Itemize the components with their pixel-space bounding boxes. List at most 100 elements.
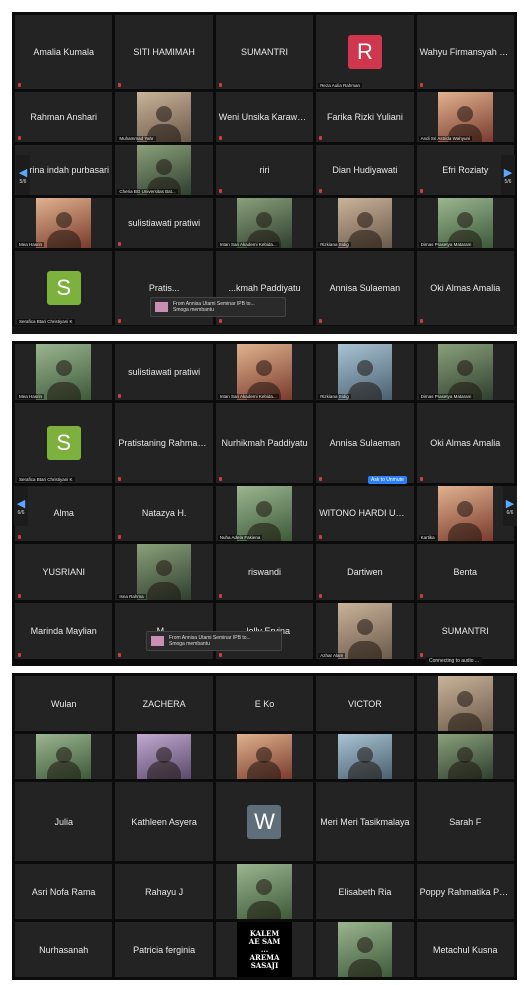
participant-tile[interactable]	[15, 734, 113, 779]
participant-tile[interactable]: Rizkiana Sidig	[316, 344, 414, 400]
participant-tile[interactable]: Dimas Prasetya Mataram	[416, 344, 514, 400]
participant-tile[interactable]: riri	[215, 145, 314, 195]
participant-tile[interactable]: SITI HAMIMAH	[115, 15, 213, 89]
participant-name: YUSRIANI	[42, 567, 85, 578]
participant-tile[interactable]: Intan Sari Akademi Kebida...	[215, 344, 314, 400]
participant-tile[interactable]: VICTOR	[316, 676, 414, 731]
person-body-icon	[46, 761, 81, 779]
participant-tile[interactable]: SUMANTRI	[215, 15, 314, 89]
participant-tile[interactable]: Wahyu Firmansyah Ma'...	[416, 15, 514, 89]
participant-tile[interactable]: Meri Meri Tasikmalaya	[316, 782, 414, 861]
participant-tile[interactable]: Pratistaning Rahmawati	[115, 402, 213, 483]
chat-notification[interactable]: From Annisa Utami Seminar IPB to... Smog…	[150, 297, 286, 317]
participant-tile[interactable]: Intan Sari Akademi Kebida...	[215, 198, 314, 248]
participant-tile[interactable]: Mea Hasrin	[15, 198, 113, 248]
participant-tile[interactable]: Annisa Sulaeman	[316, 402, 414, 483]
participant-video	[438, 485, 493, 542]
participant-tile[interactable]	[416, 676, 514, 731]
participant-name: E Ko	[254, 698, 275, 709]
participant-tile[interactable]: Wulan	[15, 676, 113, 731]
participant-tile[interactable]: Dartiwen	[316, 544, 414, 601]
participant-tile[interactable]	[115, 734, 213, 779]
participant-tile[interactable]: Nuha Adela Fakiena	[215, 485, 314, 542]
participant-tile[interactable]	[316, 922, 414, 977]
muted-mic-icon	[118, 393, 122, 398]
participant-tile[interactable]: Sarah F	[416, 782, 514, 861]
muted-mic-icon	[218, 476, 222, 481]
participant-tile[interactable]: Marinda Maylian	[15, 603, 113, 659]
muted-mic-icon	[118, 83, 122, 87]
person-silhouette-icon	[356, 937, 373, 954]
participant-tile[interactable]: Benta	[416, 544, 514, 601]
participant-tile[interactable]: Amalia Kumala	[15, 15, 113, 89]
participant-tile[interactable]: Nurhasanah	[15, 922, 113, 977]
participant-tile[interactable]: Rahman Anshari	[15, 92, 113, 142]
participant-video	[136, 734, 192, 779]
person-silhouette-icon	[256, 879, 273, 896]
participant-name-tag: Intan Sari Akademi Kebida...	[217, 393, 279, 399]
person-silhouette-icon	[156, 560, 173, 576]
prev-page-button[interactable]: ◀ 6/6	[14, 486, 28, 526]
ask-to-unmute-button[interactable]: Ask to Unmute	[368, 476, 407, 484]
participant-tile[interactable]: S Serafica Btari Christiyani K	[15, 402, 113, 483]
participant-tile[interactable]	[416, 734, 514, 779]
participant-tile[interactable]: riswandi	[215, 544, 314, 601]
participant-tile[interactable]: Weni Unsika Karawang	[215, 92, 314, 142]
participant-tile[interactable]: Oki Almas Amalia	[416, 402, 514, 483]
participant-tile[interactable]: Farika Rizki Yuliani	[316, 92, 414, 142]
muted-mic-icon	[18, 136, 21, 140]
participant-tile[interactable]: R Reza Aulia Rahman	[316, 15, 414, 89]
participant-tile[interactable]: sulistiawati pratiwi	[115, 198, 213, 248]
participant-video	[337, 922, 393, 977]
participant-tile[interactable]: Asri Nofa Rama	[15, 864, 113, 919]
participant-name-tag: Reza Aulia Rahman	[318, 83, 362, 88]
participant-tile[interactable]: Cheria BG Universitas Bat...	[115, 145, 213, 195]
participant-tile[interactable]: KALEM AE SAM... AREMA SASAJI	[215, 922, 314, 977]
prev-page-button[interactable]: ◀ 5/6	[16, 155, 30, 195]
participant-tile[interactable]: Annisa Sulaeman	[316, 251, 414, 325]
participant-tile[interactable]: Alma	[15, 485, 113, 542]
muted-mic-icon	[419, 189, 423, 193]
next-page-button[interactable]: ▶ 6/6	[503, 486, 517, 526]
participant-tile[interactable]: WITONO HARDI UNIVE...	[316, 485, 414, 542]
participant-tile[interactable]: Rizkiana Sidig	[316, 198, 414, 248]
participant-tile[interactable]: S Serafica Btari Christiyani K	[15, 251, 113, 325]
participant-tile[interactable]: Kathleen Asyera	[115, 782, 213, 861]
participant-tile[interactable]: Efri Roziaty	[416, 145, 514, 195]
muted-mic-icon	[218, 653, 222, 657]
participant-tile[interactable]: Natazya H.	[115, 485, 213, 542]
participant-tile[interactable]: Dimas Prasetya Mataram	[416, 198, 514, 248]
participant-tile[interactable]	[215, 864, 314, 919]
participant-tile[interactable]: Kartika	[416, 485, 514, 542]
person-silhouette-icon	[156, 159, 173, 175]
participant-tile[interactable]: Patricia ferginia	[115, 922, 213, 977]
participant-tile[interactable]: ZACHERA	[115, 676, 213, 731]
participant-tile[interactable]: Dian Hudiyawati	[316, 145, 414, 195]
participant-tile[interactable]: Oki Almas Amalia	[416, 251, 514, 325]
participant-tile[interactable]: E Ko	[215, 676, 314, 731]
participant-tile[interactable]: W	[215, 782, 314, 861]
participant-tile[interactable]: Metachul Kusna	[416, 922, 514, 977]
participant-tile[interactable]: Elisabeth Ria	[316, 864, 414, 919]
participant-tile[interactable]: Muhammad Yahr	[115, 92, 213, 142]
participant-tile[interactable]: sulistiawati pratiwi	[115, 344, 213, 400]
participant-tile[interactable]: Isna Rahma	[115, 544, 213, 601]
next-page-button[interactable]: ▶ 5/6	[501, 155, 515, 195]
participant-tile[interactable]	[316, 734, 414, 779]
participant-tile[interactable]: Andi Sri Astrida Wahyuni	[416, 92, 514, 142]
logo-text: SASAJI	[250, 960, 279, 970]
participant-tile[interactable]	[215, 734, 314, 779]
participant-tile[interactable]: Julia	[15, 782, 113, 861]
participant-video	[337, 603, 393, 659]
meeting-toolbar[interactable]	[12, 326, 517, 334]
participant-tile[interactable]: Mea Hasrin	[15, 344, 113, 400]
chat-notification[interactable]: From Annisa Utami Seminar IPB to... Smog…	[146, 631, 282, 651]
participant-tile[interactable]: Azhar Alam	[316, 603, 414, 659]
participant-video	[337, 198, 393, 248]
participant-tile[interactable]: YUSRIANI	[15, 544, 113, 601]
participant-tile[interactable]: Poppy Rahmatika Prima...	[416, 864, 514, 919]
participant-tile[interactable]: Nurhikmah Paddiyatu	[215, 402, 314, 483]
participant-tile[interactable]: SUMANTRI	[416, 603, 514, 659]
participant-tile[interactable]: Rahayu J	[115, 864, 213, 919]
chat-message: Smoga membantu	[173, 307, 214, 313]
